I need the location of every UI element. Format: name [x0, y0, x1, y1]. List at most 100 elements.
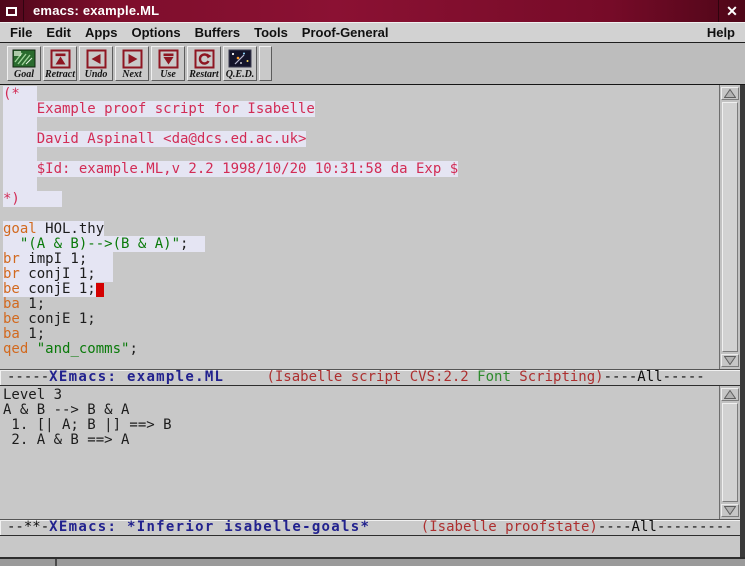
menu-item-tools[interactable]: Tools — [254, 25, 288, 40]
locked-region-line: David Aspinall <da@dcs.ed.ac.uk> — [3, 131, 306, 147]
next-button[interactable]: Next — [115, 46, 149, 81]
buffer-line[interactable]: br impI 1; — [3, 252, 719, 267]
text-segment: Font — [477, 369, 511, 385]
buffer-line[interactable]: ba 1; — [3, 297, 719, 312]
buffer-line[interactable]: be conjE 1; — [3, 312, 719, 327]
buffer-line[interactable] — [3, 177, 719, 192]
script-window: (* Example proof script for Isabelle Dav… — [0, 85, 740, 369]
text-segment: "(A & B)-->(B & A)" — [20, 236, 180, 252]
use-icon — [158, 48, 179, 69]
buffer-line[interactable] — [3, 117, 719, 132]
text-segment: (Isabelle proofstate) — [421, 519, 598, 535]
buffer-text: A & B --> B & A — [3, 402, 129, 418]
buffer-line[interactable]: David Aspinall <da@dcs.ed.ac.uk> — [3, 132, 719, 147]
text-segment: Example proof script for Isabelle — [3, 101, 315, 117]
text-segment: goal — [3, 221, 37, 237]
text-segment: 2. A & B ==> A — [3, 432, 129, 448]
buffer-text: Level 3 — [3, 387, 62, 403]
scrollbar-thumb[interactable] — [722, 403, 738, 502]
text-segment: XEmacs: example.ML — [49, 369, 224, 385]
restart-button[interactable]: Restart — [187, 46, 221, 81]
menu-item-options[interactable]: Options — [131, 25, 180, 40]
scroll-up-arrow-icon[interactable] — [721, 388, 739, 401]
text-segment: br — [3, 266, 20, 282]
text-segment: (* — [3, 86, 37, 102]
locked-region-line: br impI 1; — [3, 251, 113, 267]
goals-scrollbar[interactable] — [719, 386, 740, 519]
menu-item-proof-general[interactable]: Proof-General — [302, 25, 389, 40]
buffer-line[interactable]: (* — [3, 87, 719, 102]
window-menu-button[interactable] — [0, 0, 24, 22]
script-scrollbar[interactable] — [719, 85, 740, 369]
echo-area[interactable] — [0, 536, 740, 557]
xemacs-window: emacs: example.ML ✕ File Edit Apps Options B… — [0, 0, 745, 566]
toolbar: Goal Retract Undo — [0, 43, 745, 85]
text-segment: ba — [3, 296, 20, 312]
title-bar[interactable]: emacs: example.ML ✕ — [0, 0, 745, 22]
menu-item-file[interactable]: File — [10, 25, 32, 40]
restart-icon — [194, 48, 215, 69]
text-segment — [3, 176, 37, 192]
toolbar-spacer — [259, 46, 272, 81]
window-close-button[interactable]: ✕ — [718, 0, 745, 22]
buffer-line[interactable]: 1. [| A; B |] ==> B — [3, 418, 719, 433]
buffer-text: ba 1; — [3, 296, 45, 312]
scroll-down-arrow-icon[interactable] — [721, 354, 739, 367]
buffer-line[interactable]: $Id: example.ML,v 2.2 1998/10/20 10:31:5… — [3, 162, 719, 177]
locked-region-line — [3, 116, 37, 132]
buffer-line[interactable]: br conjI 1; — [3, 267, 719, 282]
text-segment: ba — [3, 326, 20, 342]
text-segment: ; — [180, 236, 205, 252]
undo-button[interactable]: Undo — [79, 46, 113, 81]
text-segment: ; — [129, 341, 137, 357]
text-segment: $Id: example.ML,v 2.2 1998/10/20 10:31:5… — [3, 161, 458, 177]
scroll-up-arrow-icon[interactable] — [721, 87, 739, 100]
text-segment: impI 1; — [20, 251, 113, 267]
menu-item-help[interactable]: Help — [707, 25, 735, 40]
locked-region-line: Example proof script for Isabelle — [3, 101, 315, 117]
scroll-down-arrow-icon[interactable] — [721, 504, 739, 517]
buffer-line[interactable]: qed "and_comms"; — [3, 342, 719, 357]
text-segment: 1; — [20, 296, 45, 312]
buffer-text: ba 1; — [3, 326, 45, 342]
retract-button[interactable]: Retract — [43, 46, 77, 81]
text-segment: conjI 1; — [20, 266, 113, 282]
buffer-line[interactable]: Example proof script for Isabelle — [3, 102, 719, 117]
text-segment: 1; — [20, 326, 45, 342]
text-segment: "and_comms" — [37, 341, 130, 357]
text-segment: be — [3, 281, 20, 297]
buffer-line[interactable]: 2. A & B ==> A — [3, 433, 719, 448]
menu-item-buffers[interactable]: Buffers — [195, 25, 241, 40]
buffer-line[interactable]: ba 1; — [3, 327, 719, 342]
script-buffer[interactable]: (* Example proof script for Isabelle Dav… — [0, 85, 719, 369]
goal-button[interactable]: Goal — [7, 46, 41, 81]
goals-buffer[interactable]: Level 3A & B --> B & A 1. [| A; B |] ==>… — [0, 386, 719, 519]
buffer-line[interactable]: "(A & B)-->(B & A)"; — [3, 237, 719, 252]
buffer-line[interactable]: be conjE 1; — [3, 282, 719, 297]
text-segment: qed — [3, 341, 28, 357]
locked-region-line: *) — [3, 191, 62, 207]
goals-window: Level 3A & B --> B & A 1. [| A; B |] ==>… — [0, 386, 740, 519]
buffer-line[interactable] — [3, 147, 719, 162]
menu-item-edit[interactable]: Edit — [46, 25, 71, 40]
qed-button[interactable]: Q.E.D. — [223, 46, 257, 81]
buffer-line[interactable]: *) — [3, 192, 719, 207]
buffer-line[interactable]: goal HOL.thy — [3, 222, 719, 237]
text-segment: A & B --> B & A — [3, 402, 129, 418]
text-segment: (Isabelle script CVS:2.2 — [266, 369, 477, 385]
script-mode-line[interactable]: -----XEmacs: example.ML (Isabelle script… — [0, 369, 740, 386]
use-button[interactable]: Use — [151, 46, 185, 81]
text-segment: HOL.thy — [37, 221, 104, 237]
goals-mode-line[interactable]: --**-XEmacs: *Inferior isabelle-goals* (… — [0, 519, 740, 536]
buffer-line[interactable] — [3, 207, 719, 222]
buffer-line[interactable]: Level 3 — [3, 388, 719, 403]
text-segment: --**- — [7, 519, 49, 535]
next-button-label: Next — [122, 69, 141, 80]
text-segment — [3, 236, 20, 252]
menu-item-apps[interactable]: Apps — [85, 25, 118, 40]
window-title: emacs: example.ML — [24, 0, 718, 22]
buffer-line[interactable]: A & B --> B & A — [3, 403, 719, 418]
scrollbar-thumb[interactable] — [722, 102, 738, 352]
locked-region-line: $Id: example.ML,v 2.2 1998/10/20 10:31:5… — [3, 161, 458, 177]
restart-button-label: Restart — [189, 69, 218, 80]
